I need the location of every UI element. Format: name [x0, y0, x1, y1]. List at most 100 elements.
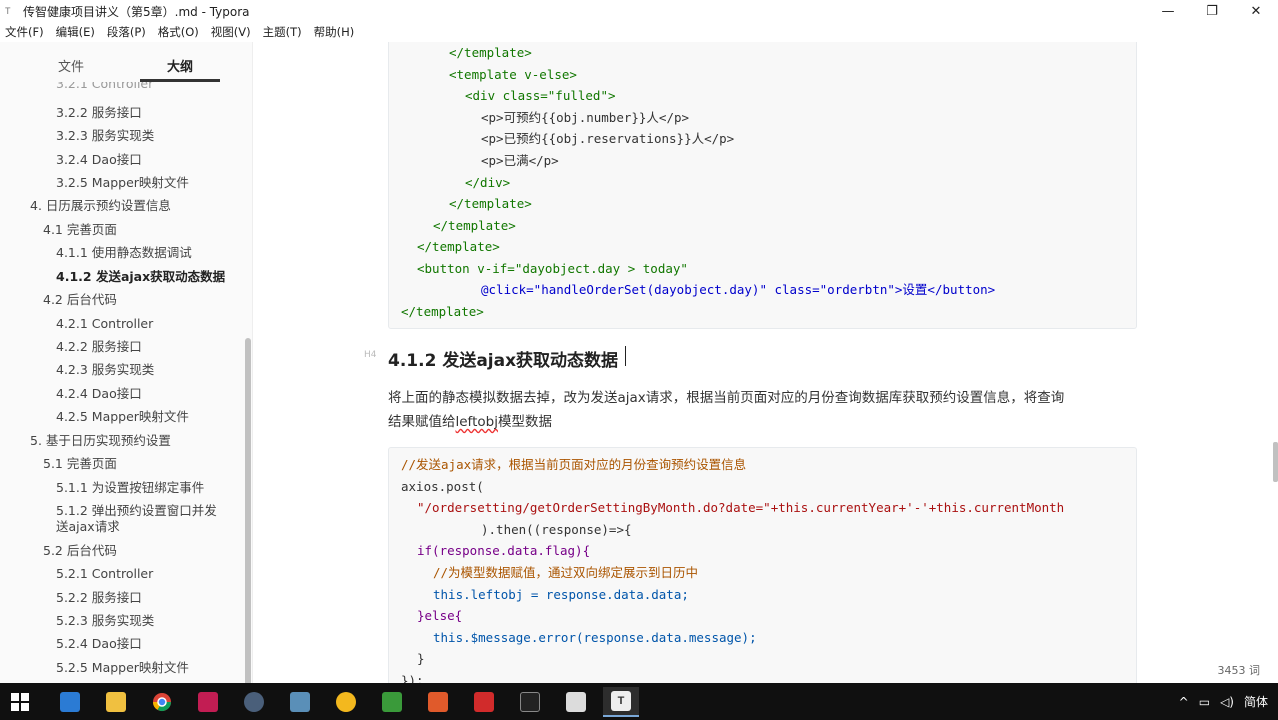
outline-item[interactable]: 3.2.2 服务接口	[56, 105, 142, 121]
outline-item[interactable]: 5.1.2 弹出预约设置窗口并发送ajax请求	[56, 503, 226, 535]
editor-scrollbar-thumb[interactable]	[1273, 442, 1278, 482]
outline-item[interactable]: 4.2.1 Controller	[56, 316, 153, 332]
paragraph-line: 结果赋值给leftobj模型数据	[388, 410, 1140, 434]
outline-item[interactable]: 5.2.1 Controller	[56, 566, 153, 582]
sidebar: 文件 大纲 3.2.1 Controller 3.2.2 服务接口 3.2.3 …	[0, 42, 253, 683]
outline-item[interactable]: 5.2.3 服务实现类	[56, 613, 154, 629]
outline-item[interactable]: 3.2.3 服务实现类	[56, 128, 154, 144]
intellij-icon[interactable]	[190, 687, 226, 717]
tray-overflow-icon[interactable]: ^	[1179, 695, 1189, 709]
outline-item[interactable]: 3.2.1 Controller	[56, 82, 153, 92]
outline-item[interactable]: 5.1.1 为设置按钮绑定事件	[56, 480, 204, 496]
terminal-icon[interactable]	[512, 687, 548, 717]
file-explorer-icon[interactable]	[98, 687, 134, 717]
menu-paragraph[interactable]: 段落(P)	[107, 24, 146, 40]
code-line: });	[401, 673, 424, 683]
menu-help[interactable]: 帮助(H)	[314, 24, 355, 40]
code-text: @click="handleOrderSet(dayobject.day)" c…	[481, 282, 996, 297]
paragraph[interactable]: 将上面的静态模拟数据去掉，改为发送ajax请求，根据当前页面对应的月份查询数据库…	[388, 386, 1140, 434]
typora-taskbar-icon[interactable]: T	[603, 687, 639, 717]
code-text: <button v-if="dayobject.day > today"	[417, 261, 688, 276]
code-line: //为模型数据赋值，通过双向绑定展示到日历中	[433, 565, 699, 580]
red-app-icon[interactable]	[466, 687, 502, 717]
code-block-js[interactable]: //发送ajax请求，根据当前页面对应的月份查询预约设置信息 axios.pos…	[388, 447, 1137, 683]
outline-item[interactable]: 5.2.5 Mapper映射文件	[56, 660, 189, 676]
ime-indicator[interactable]: 简体	[1244, 693, 1268, 710]
code-text: <template v-else>	[449, 67, 577, 82]
code-line: @click="handleOrderSet(dayobject.day)" c…	[481, 280, 995, 300]
code-line: //发送ajax请求，根据当前页面对应的月份查询预约设置信息	[401, 457, 747, 472]
menu-view[interactable]: 视图(V)	[211, 24, 251, 40]
code-text: </template>	[401, 304, 484, 319]
code-line: </template>	[449, 43, 532, 63]
tab-outline[interactable]: 大纲	[167, 56, 193, 75]
outline-item[interactable]: 5. 基于日历实现预约设置	[30, 433, 171, 449]
code-line: </template>	[401, 302, 484, 322]
folder-app-icon[interactable]	[328, 687, 364, 717]
code-text: </template>	[433, 218, 516, 233]
close-button[interactable]: ✕	[1234, 0, 1278, 22]
tab-files[interactable]: 文件	[58, 56, 84, 75]
window-app-icon[interactable]	[558, 687, 594, 717]
outline-item-active[interactable]: 4.1.2 发送ajax获取动态数据	[56, 269, 225, 285]
image-viewer-icon[interactable]	[282, 687, 318, 717]
menu-file[interactable]: 文件(F)	[5, 24, 44, 40]
outline-item[interactable]: 5.2.2 服务接口	[56, 590, 142, 606]
code-line: </div>	[465, 173, 510, 193]
menu-format[interactable]: 格式(O)	[158, 24, 199, 40]
sidebar-scroll-thumb[interactable]	[245, 338, 251, 683]
outline-item[interactable]: 4. 日历展示预约设置信息	[30, 198, 171, 214]
minimize-button[interactable]: —	[1146, 0, 1190, 22]
section-heading[interactable]: 4.1.2 发送ajax获取动态数据	[388, 346, 618, 371]
code-block-template[interactable]: </template> <template v-else> <div class…	[388, 42, 1137, 329]
outline-item[interactable]: 4.1.1 使用静态数据调试	[56, 245, 192, 261]
notepad-green-icon[interactable]	[374, 687, 410, 717]
code-text: <div class="fulled">	[465, 88, 616, 103]
menu-theme[interactable]: 主题(T)	[263, 24, 302, 40]
code-text: <p>已预约{{obj.reservations}}人</p>	[481, 131, 735, 146]
outline-item[interactable]: 4.2.4 Dao接口	[56, 386, 142, 402]
editor[interactable]: </template> <template v-else> <div class…	[254, 42, 1278, 683]
desktop-icon[interactable]	[52, 687, 88, 717]
code-text: </template>	[449, 196, 532, 211]
code-line: <button v-if="dayobject.day > today"	[417, 259, 688, 279]
outline-item[interactable]: 5.1 完善页面	[43, 456, 117, 472]
code-line: <p>已预约{{obj.reservations}}人</p>	[481, 129, 734, 149]
app-circle-icon[interactable]	[236, 687, 272, 717]
sidebar-scrollbar[interactable]	[244, 82, 252, 683]
outline-item[interactable]: 3.2.5 Mapper映射文件	[56, 175, 189, 191]
code-line: <div class="fulled">	[465, 86, 616, 106]
app-colorful-icon[interactable]	[420, 687, 456, 717]
windows-start-icon[interactable]	[2, 687, 38, 717]
code-text: <p>可预约{{obj.number}}人</p>	[481, 110, 690, 125]
outline-item[interactable]: 5.2.4 Dao接口	[56, 636, 142, 652]
code-line: this.$message.error(response.data.messag…	[433, 630, 757, 645]
outline-item[interactable]: 5.2 后台代码	[43, 543, 117, 559]
outline-item[interactable]: 4.2.3 服务实现类	[56, 362, 154, 378]
code-line: </template>	[417, 237, 500, 257]
chrome-icon[interactable]	[144, 687, 180, 717]
paragraph-line: 将上面的静态模拟数据去掉，改为发送ajax请求，根据当前页面对应的月份查询数据库…	[388, 390, 1065, 406]
outline-item[interactable]: 4.2 后台代码	[43, 292, 117, 308]
code-line: </template>	[433, 216, 516, 236]
outline-item[interactable]: 4.1 完善页面	[43, 222, 117, 238]
taskbar: T ^ ▭ ◁) 简体	[0, 683, 1278, 720]
code-line: <p>可预约{{obj.number}}人</p>	[481, 108, 689, 128]
text-caret	[625, 346, 626, 366]
code-text: </template>	[449, 45, 532, 60]
code-line: }else{	[417, 608, 463, 623]
code-line: axios.post(	[401, 479, 484, 494]
menu-edit[interactable]: 编辑(E)	[56, 24, 95, 40]
code-line: <template v-else>	[449, 65, 577, 85]
code-text: </div>	[465, 175, 511, 190]
outline-item[interactable]: 3.2.4 Dao接口	[56, 152, 142, 168]
outline-item[interactable]: 4.2.5 Mapper映射文件	[56, 409, 189, 425]
code-line: }	[417, 651, 425, 666]
paragraph-text: 模型数据	[497, 414, 552, 430]
restore-button[interactable]: ❐	[1190, 0, 1234, 22]
menu-bar: 文件(F) 编辑(E) 段落(P) 格式(O) 视图(V) 主题(T) 帮助(H…	[0, 22, 1278, 42]
outline-item[interactable]: 4.2.2 服务接口	[56, 339, 142, 355]
window-title: 传智健康项目讲义（第5章）.md - Typora	[23, 4, 250, 19]
volume-icon[interactable]: ◁)	[1220, 695, 1234, 709]
network-icon[interactable]: ▭	[1199, 695, 1210, 709]
